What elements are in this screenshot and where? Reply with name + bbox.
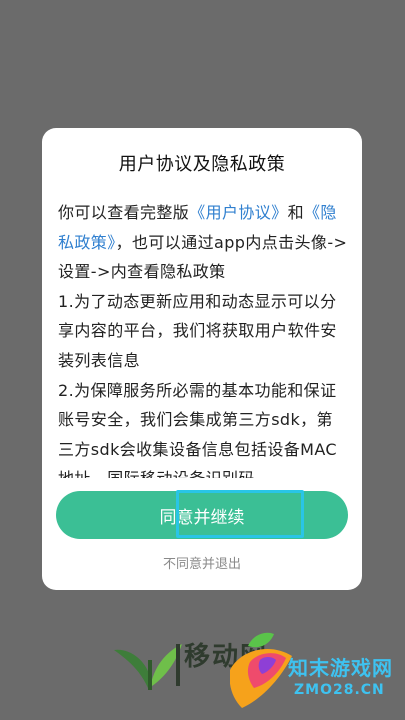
and-text: 和 <box>287 203 305 222</box>
policy-item-1: 1.为了动态更新应用和动态显示可以分享内容的平台，我们将获取用户软件安装列表信息 <box>58 291 337 370</box>
focus-highlight <box>176 490 304 538</box>
intro-text: 你可以查看完整版 <box>58 203 190 222</box>
watermark-site-name: 知末游戏网 <box>288 656 393 680</box>
privacy-dialog: 用户协议及隐私政策 你可以查看完整版《用户协议》和《隐私政策》，也可以通过app… <box>42 128 362 590</box>
user-agreement-link[interactable]: 《用户协议》 <box>189 203 287 222</box>
watermark-site-domain: ZMO28.CN <box>294 682 385 698</box>
policy-item-2: 2.为保障服务所必需的基本功能和保证账号安全，我们会集成第三方sdk，第三方sd… <box>58 380 337 478</box>
decline-exit-link[interactable]: 不同意并退出 <box>42 553 362 572</box>
intro-paragraph: 你可以查看完整版《用户协议》和《隐私政策》，也可以通过app内点击头像->设置-… <box>58 198 348 287</box>
dialog-title: 用户协议及隐私政策 <box>118 154 286 175</box>
policy-content[interactable]: 你可以查看完整版《用户协议》和《隐私政策》，也可以通过app内点击头像->设置-… <box>58 198 348 478</box>
